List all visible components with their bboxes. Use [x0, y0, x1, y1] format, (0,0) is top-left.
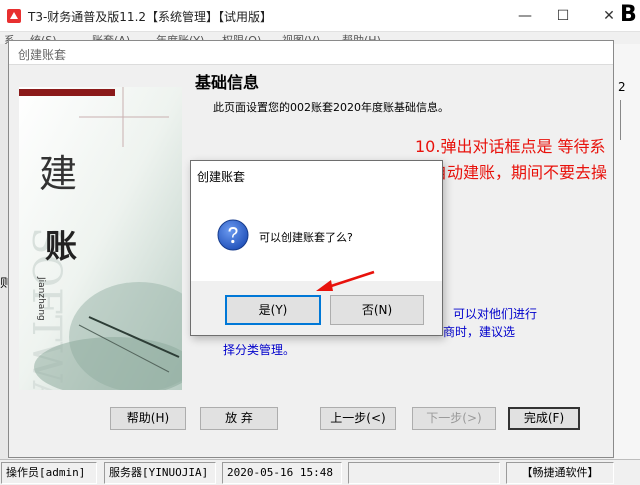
background-fragment-b: B [620, 2, 637, 27]
help-button[interactable]: 帮助(H) [110, 407, 186, 430]
app-logo-icon [7, 9, 21, 23]
yes-button[interactable]: 是(Y) [225, 295, 321, 325]
dialog-body: 可以创建账套了么? [191, 189, 442, 281]
info-line-2: 商时，建议选 [443, 325, 516, 339]
page-heading: 基础信息 [195, 73, 260, 92]
finish-button[interactable]: 完成(F) [508, 407, 580, 430]
cancel-button[interactable]: 放 弃 [200, 407, 278, 430]
status-server: 服务器[YINUOJIA] [104, 462, 216, 484]
next-step-button[interactable]: 下一步(>) [412, 407, 496, 430]
status-datetime: 2020-05-16 15:48 [222, 462, 342, 484]
prev-step-button[interactable]: 上一步(<) [320, 407, 396, 430]
no-button[interactable]: 否(N) [330, 295, 424, 325]
background-left-edge [0, 44, 8, 459]
question-icon [217, 219, 249, 251]
confirm-dialog: 创建账套 可以创建账套了么? 是(Y) 否(N) [190, 160, 443, 336]
dialog-message: 可以创建账套了么? [259, 231, 353, 244]
dialog-title: 创建账套 [197, 170, 246, 184]
dialog-title-bar: 创建账套 [191, 161, 442, 189]
status-empty [348, 462, 500, 484]
page-description: 此页面设置您的002账套2020年度账基础信息。 [213, 101, 449, 114]
info-line-3: 择分类管理。 [223, 343, 296, 357]
side-image-char-top: 建 [39, 152, 77, 196]
background-fragment-2: 2 [618, 80, 626, 94]
maximize-button[interactable]: ☐ [540, 0, 586, 32]
tutorial-annotation: 10.弹出对话框点是 等待系统自动建账，期间不要去操作 [415, 137, 608, 208]
wizard-title: 创建账套 [18, 48, 67, 62]
wizard-side-image: SOFTWARE 建 账 Jianzhang [19, 87, 182, 390]
status-bar: 操作员[admin] 服务器[YINUOJIA] 2020-05-16 15:4… [0, 459, 640, 485]
side-image-art: SOFTWARE 建 账 Jianzhang [19, 87, 182, 390]
status-brand: 【畅捷通软件】 [506, 462, 614, 484]
status-operator: 操作员[admin] [1, 462, 97, 484]
info-line-1: 可以对他们进行 [453, 307, 538, 321]
app-title-bar: T3-财务通普及版11.2【系统管理】【试用版】 — ☐ ✕ [0, 0, 640, 32]
side-image-pinyin: Jianzhang [36, 276, 46, 321]
wizard-title-bar: 创建账套 [9, 41, 613, 65]
app-title: T3-财务通普及版11.2【系统管理】【试用版】 [28, 10, 273, 24]
background-right-edge [614, 44, 640, 459]
side-image-char-bottom: 账 [45, 227, 77, 265]
background-fragment-line [620, 100, 621, 140]
